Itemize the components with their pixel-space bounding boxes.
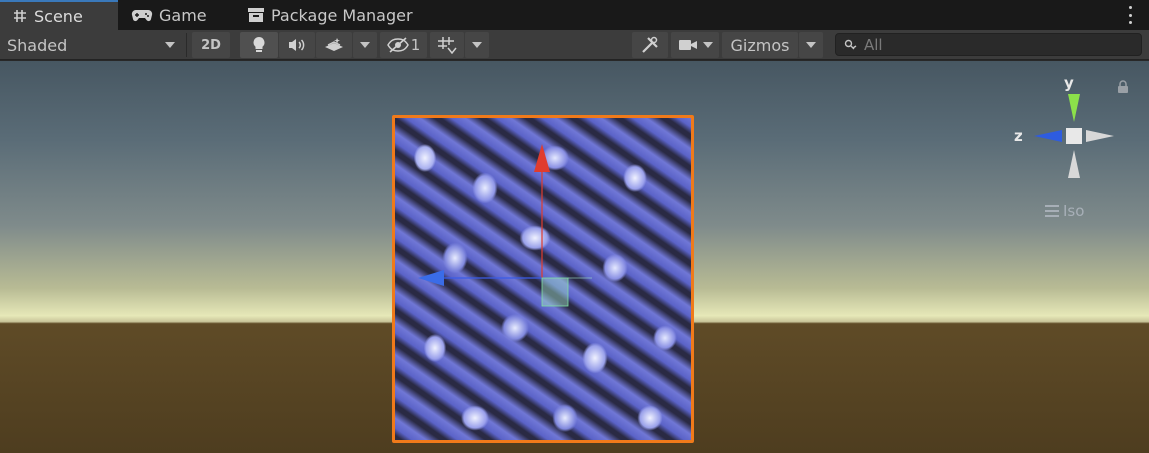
effects-toggle-button[interactable]: [316, 32, 352, 58]
2d-toggle-button[interactable]: 2D: [192, 32, 230, 58]
draw-mode-label: Shaded: [7, 35, 68, 55]
video-camera-icon: [678, 40, 697, 50]
tools-button[interactable]: [632, 32, 668, 58]
speaker-icon: [289, 39, 305, 51]
chevron-down-icon: [806, 42, 816, 48]
tab-game-label: Game: [159, 5, 207, 25]
scene-visibility-button[interactable]: 1: [380, 32, 427, 58]
chevron-down-icon: [360, 42, 370, 48]
grid-hash-icon: [14, 10, 26, 22]
lock-icon[interactable]: [1117, 80, 1129, 94]
tab-game[interactable]: Game: [119, 0, 235, 30]
y-axis-cone-icon[interactable]: [1068, 94, 1080, 122]
package-icon: [248, 8, 264, 22]
gamepad-icon: [131, 9, 153, 22]
z-axis-label: z: [1014, 127, 1023, 145]
draw-mode-dropdown[interactable]: Shaded: [0, 32, 183, 58]
grid-snap-icon: [438, 37, 457, 54]
tools-wrench-icon: [642, 36, 658, 53]
scene-toolbar: Shaded 2D 1 Gizmos All: [0, 30, 1149, 60]
gizmos-label: Gizmos: [730, 35, 790, 55]
y-axis-label: y: [1064, 74, 1074, 92]
eye-slash-icon: [386, 37, 409, 53]
menu-lines-icon: [1045, 205, 1059, 217]
hidden-objects-count: 1: [410, 36, 421, 54]
more-options-icon[interactable]: [1127, 6, 1133, 24]
lighting-toggle-button[interactable]: [240, 32, 278, 58]
audio-toggle-button[interactable]: [279, 32, 315, 58]
z-axis-arrow-icon[interactable]: [418, 270, 444, 286]
center-cube-icon[interactable]: [1066, 128, 1082, 144]
gizmos-button[interactable]: Gizmos: [722, 32, 798, 58]
effects-dropdown-button[interactable]: [353, 32, 377, 58]
editor-tab-bar: Scene Game Package Manager: [0, 0, 1149, 30]
neg-x-axis-cone-icon[interactable]: [1086, 130, 1114, 142]
grid-snapping-button[interactable]: [430, 32, 464, 58]
toolbar-divider: [186, 33, 187, 57]
hierarchy-search-input[interactable]: All: [835, 33, 1142, 56]
effects-layers-icon: [325, 38, 343, 51]
orientation-gizmo[interactable]: y z: [1010, 72, 1120, 182]
search-placeholder: All: [864, 35, 883, 54]
y-axis-arrow-icon[interactable]: [534, 144, 550, 172]
tab-package-manager[interactable]: Package Manager: [235, 0, 440, 30]
chevron-down-icon: [472, 42, 482, 48]
tab-package-manager-label: Package Manager: [271, 5, 413, 25]
z-axis-cone-icon[interactable]: [1034, 130, 1062, 142]
projection-toggle[interactable]: Iso: [1045, 202, 1084, 220]
grid-dropdown-button[interactable]: [465, 32, 489, 58]
tab-scene[interactable]: Scene: [0, 0, 118, 30]
tab-scene-label: Scene: [34, 6, 83, 26]
gizmos-dropdown-button[interactable]: [799, 32, 823, 58]
chevron-down-icon: [165, 42, 175, 48]
search-icon: [844, 39, 857, 49]
projection-label: Iso: [1063, 202, 1085, 220]
move-tool-gizmo[interactable]: [400, 140, 620, 320]
camera-settings-button[interactable]: [671, 32, 719, 58]
plane-handle-icon[interactable]: [541, 277, 569, 307]
neg-y-axis-cone-icon[interactable]: [1068, 150, 1080, 178]
chevron-down-icon: [702, 42, 713, 48]
lightbulb-icon: [253, 37, 265, 52]
2d-toggle-label: 2D: [201, 37, 221, 53]
